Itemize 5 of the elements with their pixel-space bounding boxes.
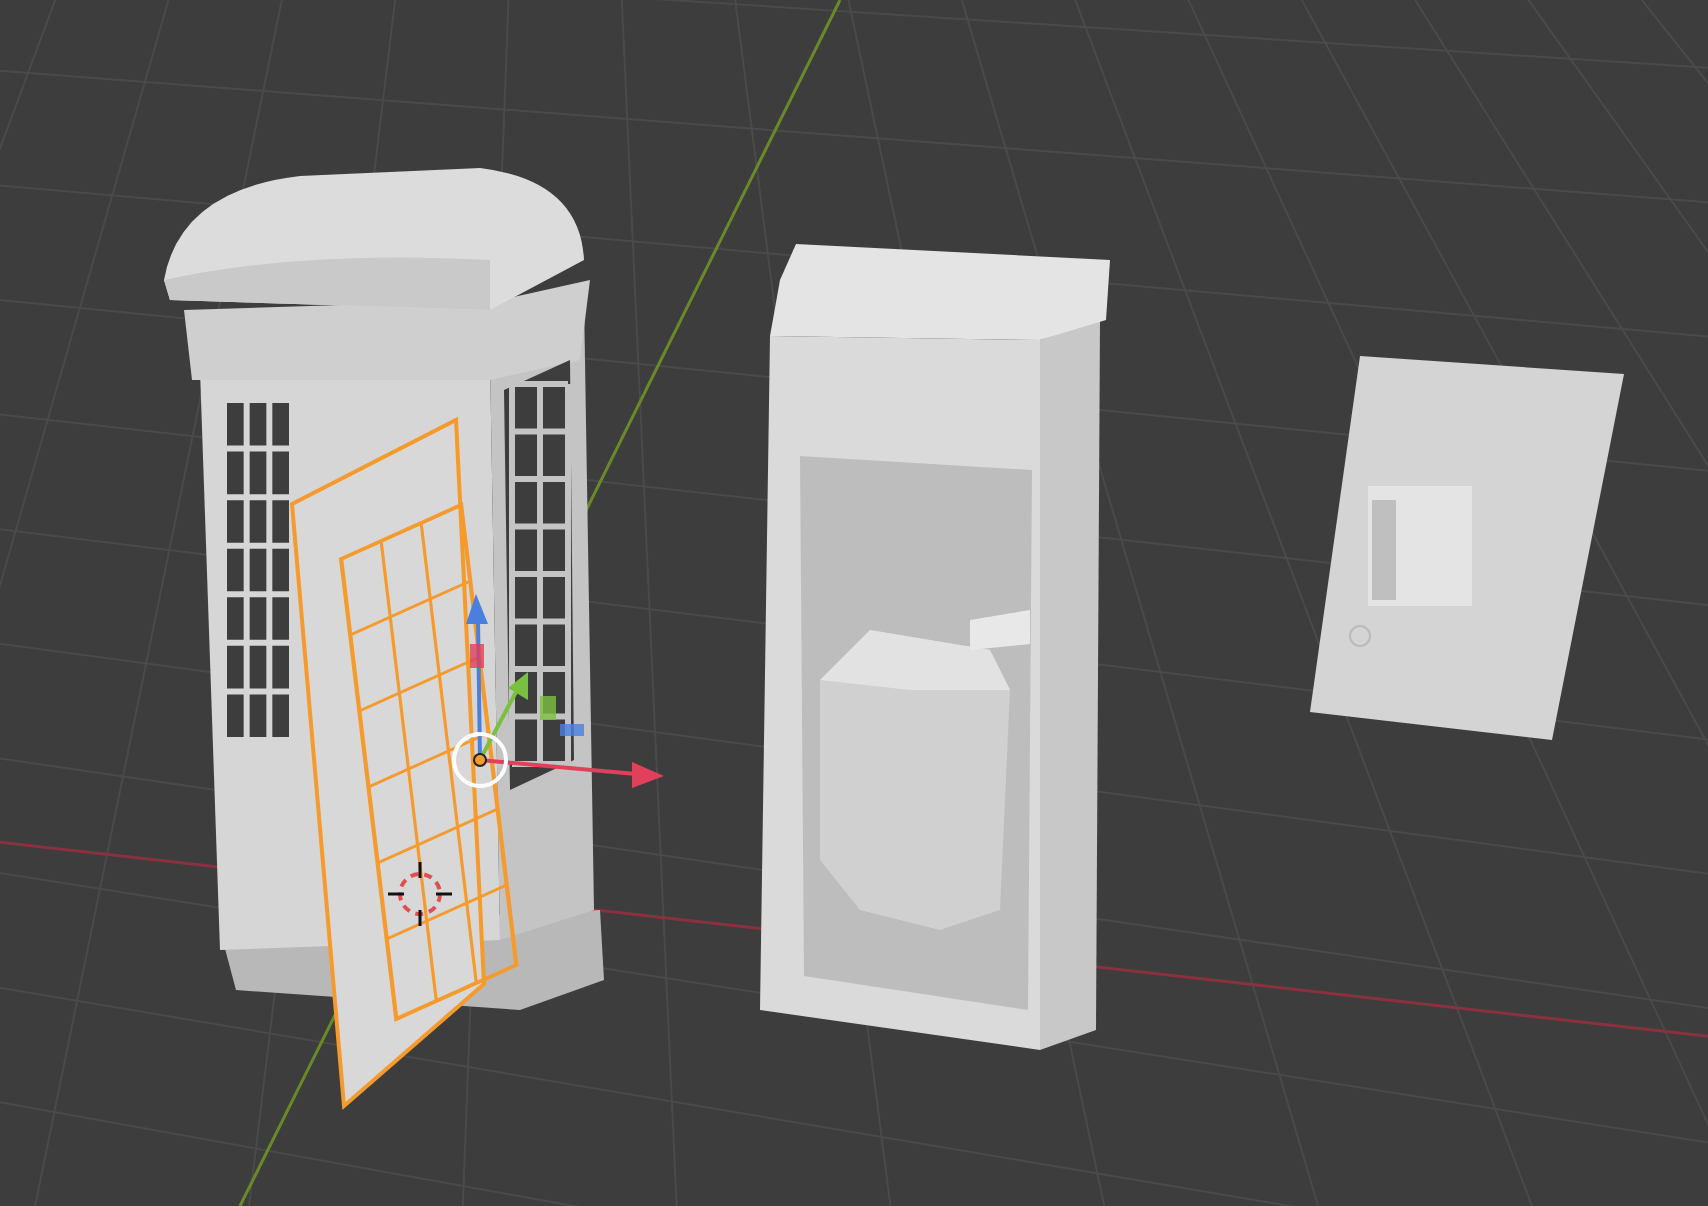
phone-booth-drawing[interactable]: [164, 168, 604, 1111]
booth-shell-drawing[interactable]: [760, 244, 1110, 1050]
move-gizmo-icon[interactable]: [452, 594, 664, 788]
wall-panel-drawing[interactable]: [1310, 356, 1624, 740]
door-drawing[interactable]: [289, 416, 519, 1111]
